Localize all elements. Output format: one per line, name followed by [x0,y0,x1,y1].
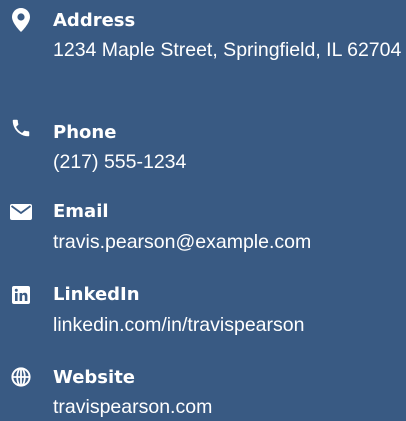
envelope-icon [8,199,34,225]
email-label: Email [53,201,109,222]
website-value[interactable]: travispearson.com [53,394,403,420]
linkedin-label: LinkedIn [53,284,140,305]
contact-list: Address 1234 Maple Street, Springfield, … [0,0,406,421]
linkedin-value[interactable]: linkedin.com/in/travispearson [53,312,403,338]
website-label: Website [53,367,136,388]
map-marker-icon [8,7,34,33]
address-value: 1234 Maple Street, Springfield, IL 62704 [53,39,402,61]
phone-value[interactable]: (217) 555-1234 [53,149,403,175]
address-label: Address [53,10,136,31]
email-value[interactable]: travis.pearson@example.com [53,229,403,255]
phone-icon [8,115,34,141]
phone-label: Phone [53,122,117,143]
linkedin-icon [8,282,34,308]
globe-icon [8,364,34,390]
